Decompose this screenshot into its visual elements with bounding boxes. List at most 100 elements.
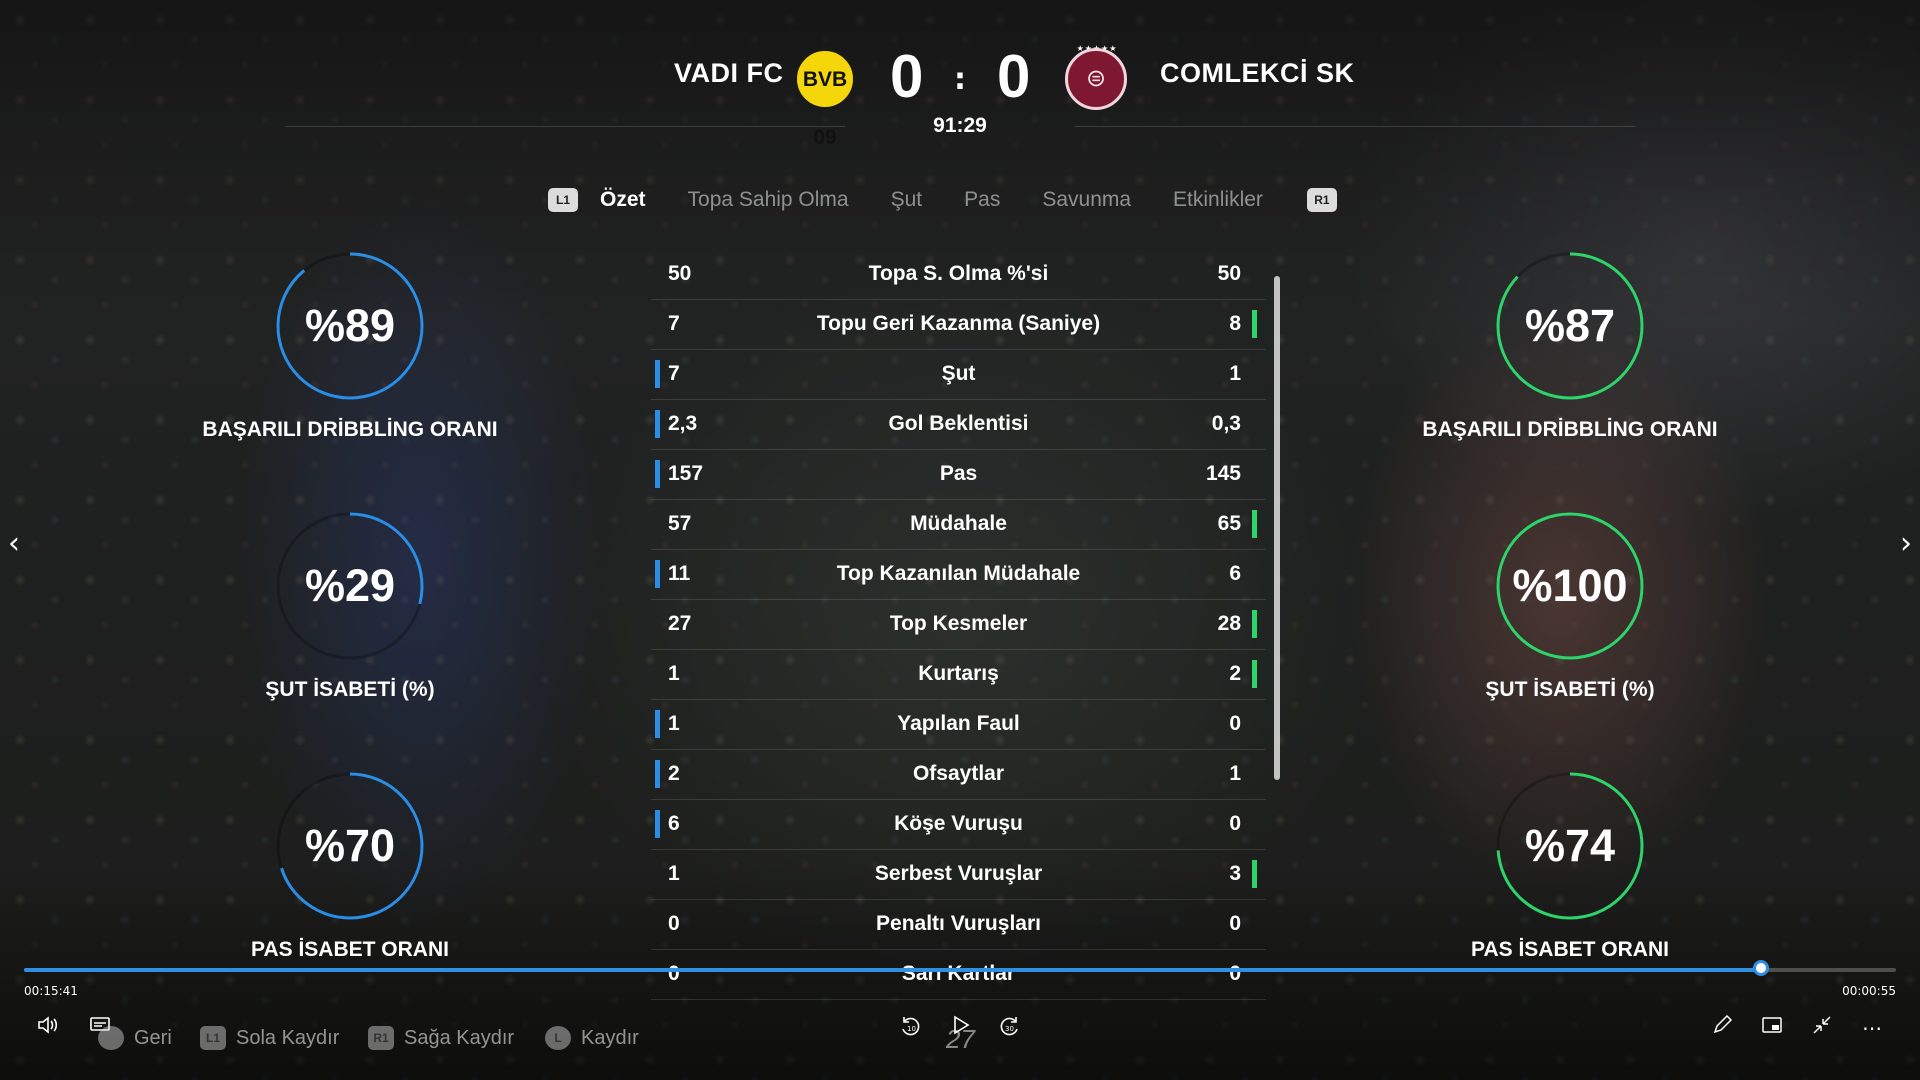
match-clock: 91:29	[933, 114, 987, 137]
home-stat-value: 2,3	[668, 412, 698, 435]
away-stat-value: 0	[1229, 912, 1241, 935]
more-icon[interactable]: ⋯	[1858, 1014, 1886, 1042]
forward-30-icon[interactable]: 30	[996, 1014, 1024, 1042]
away-shot-accuracy-ring: %100	[1494, 510, 1646, 662]
stat-label: Top Kesmeler	[889, 612, 1028, 635]
next-arrow-icon[interactable]: ›	[1900, 526, 1912, 561]
home-pass-accuracy-label: PAS İSABET ORANI	[251, 938, 449, 961]
tab-pas[interactable]: Pas	[964, 188, 1000, 212]
l1-button-icon[interactable]: L1	[548, 188, 578, 212]
hint-label: Sağa Kaydır	[404, 1026, 515, 1049]
ring-value: %89	[304, 300, 396, 351]
home-stat-value: 1	[668, 662, 680, 685]
away-stat-value: 145	[1205, 462, 1241, 485]
stat-label: Serbest Vuruşlar	[874, 862, 1043, 885]
stat-row: 57 Müdahale 65	[651, 500, 1266, 550]
circle-button-icon	[98, 1026, 124, 1050]
home-leader-bar	[655, 360, 660, 388]
tab-savunma[interactable]: Savunma	[1042, 188, 1131, 212]
home-stat-value: 1	[668, 712, 680, 735]
tab-ozet[interactable]: Özet	[600, 188, 646, 212]
stats-scrollbar-thumb[interactable]	[1274, 276, 1280, 780]
previous-arrow-icon[interactable]: ‹	[8, 526, 20, 561]
home-stat-value: 6	[668, 812, 680, 835]
home-stat-value: 27	[668, 612, 692, 635]
home-stat-value: 2	[668, 762, 680, 785]
home-stat-value: 0	[668, 912, 680, 935]
away-stat-value: 3	[1229, 862, 1241, 885]
elapsed-time: 00:15:41	[24, 984, 78, 998]
stat-row: 1 Serbest Vuruşlar 3	[651, 850, 1266, 900]
miniplayer-icon[interactable]	[1758, 1014, 1786, 1042]
r1-button-icon[interactable]: R1	[1306, 188, 1337, 212]
hint-label: Sola Kaydır	[236, 1026, 340, 1049]
stats-table[interactable]: 50 Topa S. Olma %'si 50 7 Topu Geri Kazanma …	[651, 250, 1266, 1000]
away-pass-accuracy-ring: %74	[1494, 770, 1646, 922]
volume-icon[interactable]	[34, 1014, 62, 1042]
subtitle-number: 27	[946, 1024, 975, 1054]
home-shot-accuracy-label: ŞUT İSABETİ (%)	[265, 678, 435, 701]
stat-label: Top Kazanılan Müdahale	[836, 562, 1081, 585]
stat-row: 0 Sarı Kartlar 0	[651, 950, 1266, 1000]
hint-geri: Geri	[98, 1026, 172, 1050]
home-stat-value: 11	[668, 562, 691, 585]
hint-label: Geri	[134, 1026, 172, 1049]
tab-topa-sahip-olma[interactable]: Topa Sahip Olma	[688, 188, 849, 212]
home-leader-bar	[655, 710, 660, 738]
home-stat-value: 1	[668, 862, 680, 885]
progress-fill	[24, 968, 1762, 972]
away-stat-value: 8	[1229, 312, 1241, 335]
away-dribbling-ring: %87	[1494, 250, 1646, 402]
home-leader-bar	[655, 560, 660, 588]
home-stat-value: 57	[668, 512, 692, 535]
home-stat-value: 7	[668, 312, 680, 335]
home-team-name: VADI FC	[674, 58, 784, 88]
away-leader-bar	[1252, 310, 1257, 338]
away-leader-bar	[1252, 660, 1257, 688]
hint-label: Kaydır	[581, 1026, 639, 1049]
svg-text:30: 30	[1005, 1025, 1014, 1033]
home-dribbling-ring: %89	[274, 250, 426, 402]
stat-row: 6 Köşe Vuruşu 0	[651, 800, 1266, 850]
home-leader-bar	[655, 760, 660, 788]
ring-value: %29	[304, 560, 396, 611]
rewind-10-icon[interactable]: 10	[896, 1014, 924, 1042]
home-crest-icon: BVB 09	[794, 48, 856, 149]
hint-kaydir: L Kaydır	[545, 1026, 639, 1050]
home-score: 0	[890, 43, 924, 110]
left-stick-icon: L	[545, 1026, 571, 1050]
collapse-icon[interactable]	[1808, 1014, 1836, 1042]
away-stat-value: 6	[1229, 562, 1241, 585]
stat-label: Penaltı Vuruşları	[876, 912, 1041, 935]
tab-sut[interactable]: Şut	[891, 188, 923, 212]
score-separator: :	[954, 62, 966, 97]
stat-row: 0 Penaltı Vuruşları 0	[651, 900, 1266, 950]
stat-label: Topa S. Olma %'si	[868, 262, 1049, 285]
home-stat-value: 7	[668, 362, 680, 385]
tab-etkinlikler[interactable]: Etkinlikler	[1173, 188, 1263, 212]
away-dribbling-label: BAŞARILI DRİBBLİNG ORANI	[1422, 418, 1718, 441]
r1-button-icon: R1	[368, 1026, 394, 1050]
pen-icon[interactable]	[1708, 1014, 1736, 1042]
away-stat-value: 1	[1229, 762, 1241, 785]
home-stat-value: 0	[668, 962, 680, 985]
stat-row: 7 Topu Geri Kazanma (Saniye) 8	[651, 300, 1266, 350]
home-shot-accuracy-ring: %29	[274, 510, 426, 662]
home-dribbling-label: BAŞARILI DRİBBLİNG ORANI	[202, 418, 498, 441]
away-leader-bar	[1252, 510, 1257, 538]
stat-label: Sarı Kartlar	[901, 962, 1016, 985]
ring-value: %70	[304, 820, 396, 871]
stat-row: 7 Şut 1	[651, 350, 1266, 400]
stat-row: 1 Kurtarış 2	[651, 650, 1266, 700]
stat-row: 27 Top Kesmeler 28	[651, 600, 1266, 650]
home-stat-value: 157	[668, 462, 704, 485]
home-pass-accuracy-ring: %70	[274, 770, 426, 922]
away-team-name: COMLEKCİ SK	[1160, 58, 1355, 88]
home-stat-value: 50	[668, 262, 692, 285]
away-stat-value: 0	[1229, 962, 1241, 985]
away-stat-value: 28	[1217, 612, 1241, 635]
away-shot-accuracy-label: ŞUT İSABETİ (%)	[1485, 678, 1655, 701]
stat-label: Ofsaytlar	[912, 762, 1005, 785]
stat-label: Yapılan Faul	[897, 712, 1020, 735]
stat-label: Köşe Vuruşu	[894, 812, 1023, 835]
